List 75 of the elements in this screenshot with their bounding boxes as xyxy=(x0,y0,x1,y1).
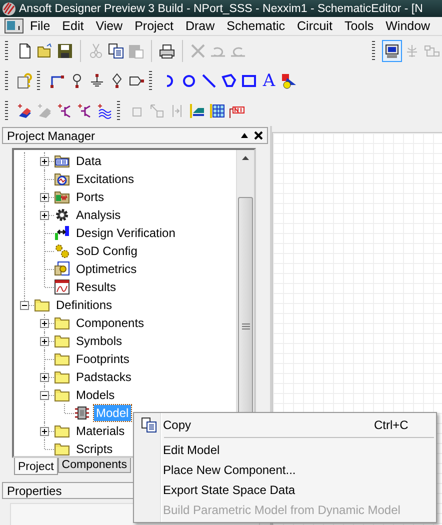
config-icon xyxy=(54,243,70,259)
tree-item[interactable]: Data xyxy=(74,153,104,169)
expand-icon[interactable] xyxy=(40,157,49,166)
tree-item[interactable]: Models xyxy=(74,387,117,403)
collapse-panel-icon[interactable] xyxy=(240,131,249,140)
excitations-icon xyxy=(54,171,70,187)
document-icon[interactable] xyxy=(4,18,24,34)
optimetrics-icon xyxy=(54,261,70,277)
copy-icon xyxy=(141,417,157,433)
analysis-icon xyxy=(54,207,70,223)
expand-icon[interactable] xyxy=(40,211,49,220)
menu-item[interactable]: Copy Ctrl+C xyxy=(136,415,434,435)
monitor-icon[interactable] xyxy=(382,40,402,62)
panel-title: Properties xyxy=(7,484,62,498)
window-title: Ansoft Designer Preview 3 Build - NPort_SSS - Nexxim1 - SchematicEditor - [N xyxy=(19,2,423,14)
menu-item[interactable]: Edit xyxy=(56,19,90,33)
expand-icon[interactable] xyxy=(40,373,49,382)
folder-icon xyxy=(54,369,70,385)
expand-icon[interactable] xyxy=(40,319,49,328)
folder-icon xyxy=(54,315,70,331)
expand-icon[interactable] xyxy=(40,193,49,202)
panel-tab[interactable]: Components xyxy=(58,458,132,473)
close-icon[interactable] xyxy=(254,131,263,140)
tree-item[interactable]: Scripts xyxy=(74,441,115,456)
menu-item[interactable]: Circuit xyxy=(291,19,338,33)
tree-item[interactable]: Results xyxy=(74,279,118,295)
grip-icon xyxy=(242,323,250,330)
tree-item[interactable]: Padstacks xyxy=(74,369,134,385)
tree-item[interactable]: Design Verification xyxy=(74,225,178,241)
folder-icon xyxy=(54,441,70,456)
toolbar-grip[interactable] xyxy=(5,41,8,61)
menu-item[interactable]: Place New Component... xyxy=(136,460,434,480)
toolbar-grip[interactable] xyxy=(117,101,120,121)
menu-item[interactable]: Tools xyxy=(338,19,380,33)
menu-item[interactable]: Draw xyxy=(179,19,221,33)
verification-icon xyxy=(54,225,70,241)
results-icon xyxy=(54,279,70,295)
tree-item[interactable]: Components xyxy=(74,315,146,331)
tree-item[interactable]: Ports xyxy=(74,189,106,205)
folder-icon xyxy=(34,297,50,313)
tree-item[interactable]: Analysis xyxy=(74,207,123,223)
toolbar-grip[interactable] xyxy=(5,71,8,91)
toolbar-grip[interactable] xyxy=(372,41,375,61)
folder-icon xyxy=(54,333,70,349)
tree-item[interactable]: Excitations xyxy=(74,171,136,187)
folder-icon xyxy=(54,423,70,439)
panel-title: Project Manager xyxy=(7,128,96,142)
expand-icon[interactable] xyxy=(40,337,49,346)
tree-item[interactable]: Optimetrics xyxy=(74,261,139,277)
toolbar-grip[interactable] xyxy=(37,71,40,91)
collapse-icon[interactable] xyxy=(40,391,49,400)
tree-item[interactable]: Symbols xyxy=(74,333,124,349)
tree-item[interactable]: Footprints xyxy=(74,351,132,367)
folder-icon xyxy=(54,387,70,403)
menu-item[interactable]: Schematic xyxy=(220,19,292,33)
expand-icon[interactable] xyxy=(40,427,49,436)
menu-item[interactable]: Project xyxy=(128,19,180,33)
data-icon xyxy=(54,153,70,169)
menu-item[interactable]: File xyxy=(24,19,56,33)
menu-item[interactable]: Window xyxy=(380,19,436,33)
model-icon xyxy=(74,405,90,421)
collapse-icon[interactable] xyxy=(20,301,29,310)
tree-item[interactable]: Definitions xyxy=(54,297,114,313)
tree-item[interactable]: SoD Config xyxy=(74,243,140,259)
folder-icon xyxy=(54,351,70,367)
menu-item[interactable]: Export State Space Data xyxy=(136,480,434,500)
toolbar-grip[interactable] xyxy=(149,71,152,91)
panel-tab[interactable]: Project xyxy=(14,458,58,475)
toolbar-grip[interactable] xyxy=(5,101,8,121)
menu-item[interactable]: Edit Model xyxy=(136,440,434,460)
app-logo-icon xyxy=(2,2,16,16)
text-tool-button[interactable]: A xyxy=(259,70,279,92)
menu-item[interactable]: View xyxy=(90,19,129,33)
ports-icon xyxy=(54,189,70,205)
tree-item[interactable]: Materials xyxy=(74,423,127,439)
